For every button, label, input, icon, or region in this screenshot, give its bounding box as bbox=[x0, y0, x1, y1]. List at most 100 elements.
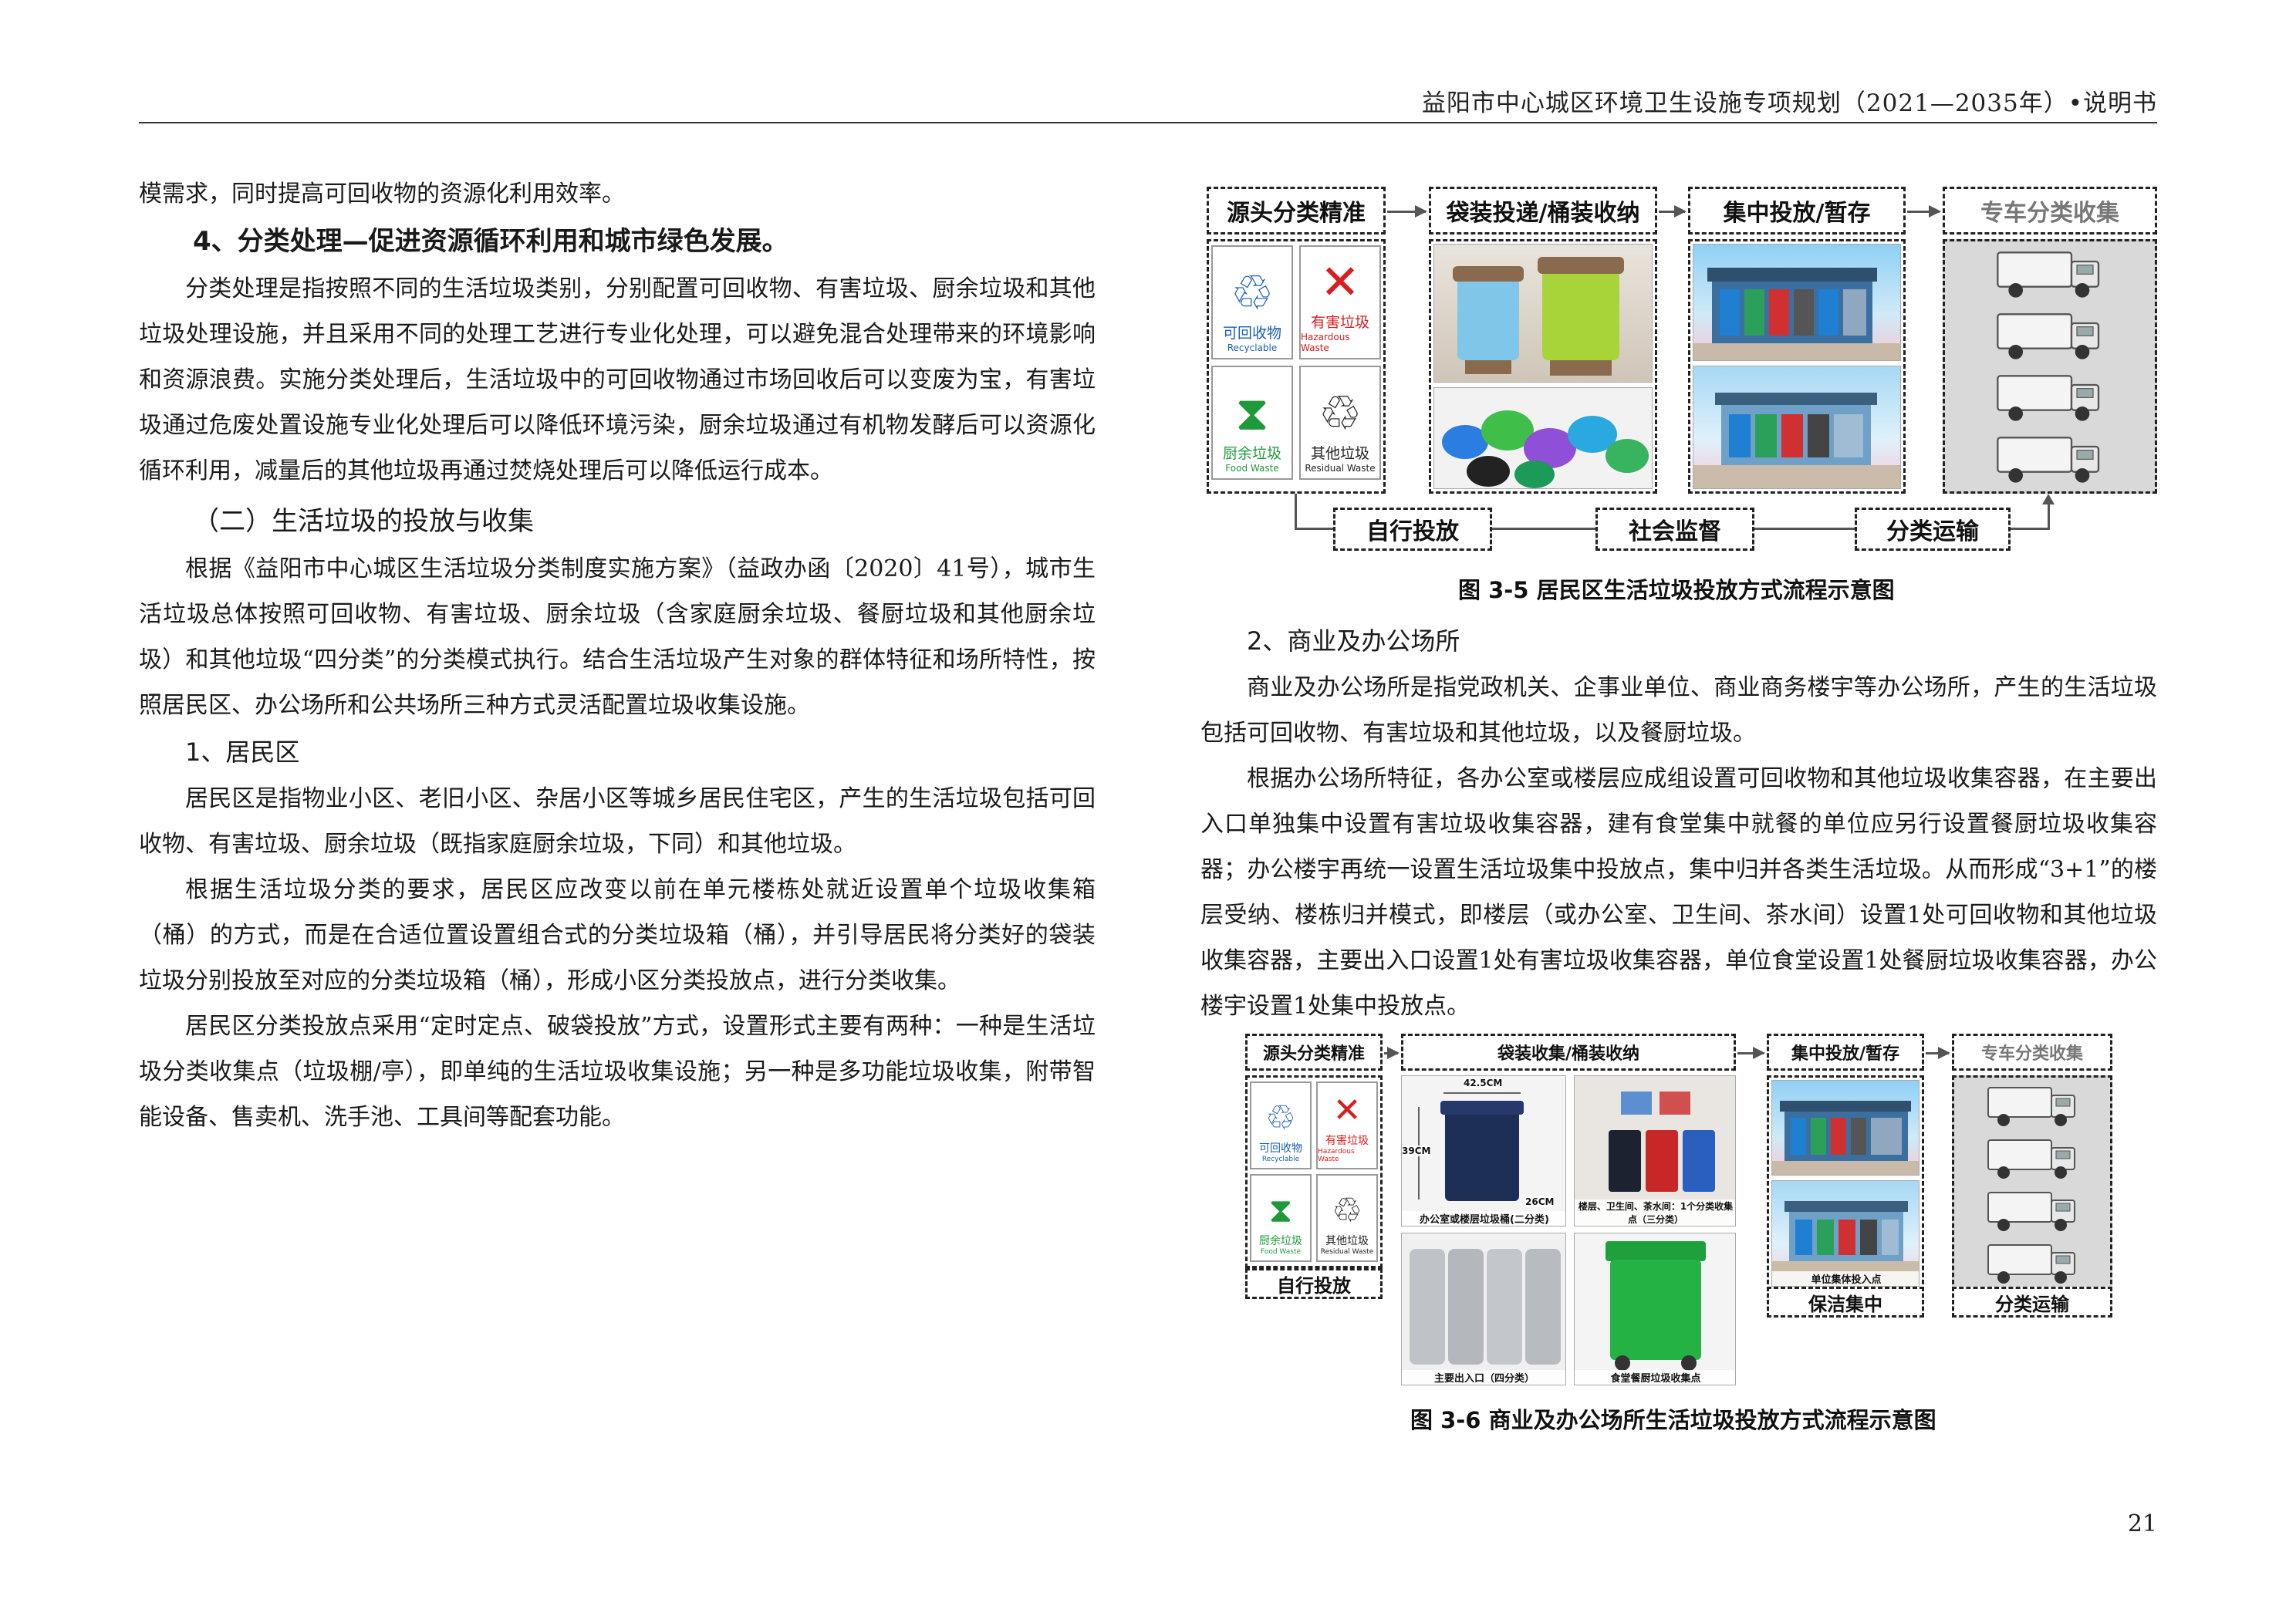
flow-classified-transport: 分类运输 bbox=[1855, 508, 2011, 551]
category-tile: ⧗ 厨余垃圾 Food Waste bbox=[1211, 366, 1293, 480]
category-name-en: Hazardous Waste bbox=[1301, 332, 1350, 353]
header-rule bbox=[139, 122, 2157, 123]
garbage-truck-icon bbox=[1975, 1134, 2091, 1183]
category-name: 厨余垃圾 bbox=[1222, 445, 1281, 462]
photo-caption: 食堂餐厨垃圾收集点 bbox=[1575, 1370, 1735, 1385]
category-name-en: Recyclable bbox=[1227, 342, 1278, 353]
arrow-icon bbox=[1737, 1047, 1765, 1059]
subsection-heading: 1、居民区 bbox=[185, 737, 300, 767]
category-symbol-icon: ♲ bbox=[1319, 385, 1362, 441]
paragraph: 根据生活垃圾分类的要求，居民区应改变以前在单元楼栋处就近设置单个垃圾收集箱（桶）… bbox=[139, 876, 1096, 994]
category-name-en: Residual Waste bbox=[1320, 1248, 1374, 1256]
paragraph: 商业及办公场所是指党政机关、企事业单位、商业商务楼宇等办公场所，产生的生活垃圾包… bbox=[1200, 674, 2157, 747]
arrow-icon bbox=[1659, 205, 1687, 218]
arrow-icon bbox=[1387, 205, 1427, 218]
category-name: 有害垃圾 bbox=[1325, 1135, 1369, 1147]
photo-caption: 办公室或楼层垃圾桶(二分类) bbox=[1402, 1211, 1565, 1226]
flow-self-dropoff: 自行投放 bbox=[1245, 1268, 1383, 1299]
garbage-truck-icon bbox=[1975, 1081, 2091, 1131]
dimension-label: 26CM bbox=[1525, 1196, 1555, 1207]
collection-kiosk-photo bbox=[1693, 244, 1901, 361]
category-name: 有害垃圾 bbox=[1310, 314, 1369, 331]
figure-caption: 图 3-5 居民区生活垃圾投放方式流程示意图 bbox=[1458, 577, 1895, 603]
garbage-truck-icon bbox=[1975, 1239, 2091, 1288]
flow-self-dropoff: 自行投放 bbox=[1333, 508, 1492, 551]
figure-caption: 图 3-6 商业及办公场所生活垃圾投放方式流程示意图 bbox=[1410, 1407, 1936, 1433]
category-tile: ⧗ 厨余垃圾 Food Waste bbox=[1250, 1174, 1312, 1262]
category-name-en: Recyclable bbox=[1261, 1156, 1300, 1163]
category-name-en: Food Waste bbox=[1225, 463, 1279, 474]
category-symbol-icon: ♲ bbox=[1332, 1191, 1362, 1230]
paragraph: 分类处理是指按照不同的生活垃圾类别，分别配置可回收物、有害垃圾、厨余垃圾和其他垃… bbox=[139, 275, 1096, 484]
floor-bins-photo: 楼层、卫生间、茶水间：1个分类收集点（三分类） bbox=[1574, 1075, 1736, 1227]
garbage-truck-icon bbox=[1977, 369, 2123, 426]
arrow-icon bbox=[1926, 1047, 1950, 1059]
section-heading: （二）生活垃圾的投放与收集 bbox=[193, 506, 534, 537]
connector-line bbox=[1295, 494, 1297, 528]
category-tile: ✕ 有害垃圾 Hazardous Waste bbox=[1316, 1081, 1378, 1169]
flow-step-bagging: 袋装收集/桶装收纳 bbox=[1401, 1034, 1736, 1071]
connector-line bbox=[2011, 528, 2049, 530]
page-number: 21 bbox=[2127, 1510, 2157, 1537]
category-tile: ♲ 其他垃圾 Residual Waste bbox=[1299, 366, 1381, 480]
arrow-icon bbox=[1384, 1047, 1400, 1059]
garbage-truck-icon bbox=[1977, 245, 2123, 302]
collection-pavilion-photo bbox=[1693, 366, 1901, 489]
category-name: 可回收物 bbox=[1259, 1142, 1302, 1155]
connector-line bbox=[1492, 528, 1595, 530]
garbage-bags-photo bbox=[1433, 387, 1653, 489]
paragraph: 模需求，同时提高可回收物的资源化利用效率。 bbox=[139, 181, 625, 208]
running-header: 益阳市中心城区环境卫生设施专项规划（2021—2035年）•说明书 bbox=[1421, 89, 2157, 117]
category-tile: ♲ 其他垃圾 Residual Waste bbox=[1316, 1174, 1378, 1262]
category-tile: ✕ 有害垃圾 Hazardous Waste bbox=[1299, 245, 1381, 359]
flow-classified-transport: 分类运输 bbox=[1952, 1287, 2112, 1318]
category-symbol-icon: ♲ bbox=[1265, 1098, 1296, 1138]
category-name-en: Residual Waste bbox=[1305, 463, 1376, 474]
category-symbol-icon: ♲ bbox=[1231, 265, 1274, 321]
garbage-truck-icon bbox=[1977, 430, 2123, 488]
flow-step-bagging: 袋装投递/桶装收纳 bbox=[1429, 187, 1657, 235]
paragraph: 根据《益阳市中心城区生活垃圾分类制度实施方案》（益政办函〔2020〕41号），城… bbox=[139, 555, 1096, 719]
category-name: 其他垃圾 bbox=[1310, 445, 1369, 462]
collection-pavilion-photo: 单位集体投入点 bbox=[1771, 1180, 1920, 1287]
category-name-en: Food Waste bbox=[1260, 1248, 1302, 1256]
office-bin-photo: 42.5CM 39CM 26CM 办公室或楼层垃圾桶(二分类) bbox=[1401, 1075, 1566, 1227]
category-tile: ♲ 可回收物 Recyclable bbox=[1250, 1081, 1312, 1169]
paragraph: 居民区是指物业小区、老旧小区、杂居小区等城乡居民住宅区，产生的生活垃圾包括可回收… bbox=[139, 785, 1096, 858]
kitchen-bins-photo bbox=[1433, 244, 1653, 383]
connector-line bbox=[1295, 528, 1333, 530]
category-name-en: Hazardous Waste bbox=[1318, 1148, 1355, 1163]
collection-kiosk-photo bbox=[1771, 1080, 1920, 1176]
dimension-label: 42.5CM bbox=[1464, 1078, 1503, 1088]
category-tile: ♲ 可回收物 Recyclable bbox=[1211, 245, 1293, 359]
photo-caption: 楼层、卫生间、茶水间：1个分类收集点（三分类） bbox=[1575, 1200, 1735, 1226]
left-column: 模需求，同时提高可回收物的资源化利用效率。 4、分类处理—促进资源循环利用和城市… bbox=[139, 171, 1096, 1140]
photo-caption: 主要出入口（四分类） bbox=[1402, 1370, 1565, 1385]
flow-step-source-sorting: 源头分类精准 bbox=[1207, 187, 1386, 235]
flow-step-centralized: 集中投放/暂存 bbox=[1767, 1034, 1924, 1071]
category-symbol-icon: ✕ bbox=[1320, 254, 1360, 310]
category-symbol-icon: ⧗ bbox=[1235, 385, 1269, 441]
category-name: 其他垃圾 bbox=[1325, 1235, 1369, 1247]
right-column: 2、商业及办公场所 商业及办公场所是指党政机关、企事业单位、商业商务楼宇等办公场… bbox=[1200, 617, 2157, 1029]
category-symbol-icon: ⧗ bbox=[1268, 1191, 1293, 1230]
paragraph: 居民区分类投放点采用“定时定点、破袋投放”方式，设置形式主要有两种：一种是生活垃… bbox=[139, 1013, 1096, 1131]
connector-line bbox=[1754, 528, 1855, 530]
dimension-label: 39CM bbox=[1402, 1146, 1431, 1156]
canteen-bin-photo: 食堂餐厨垃圾收集点 bbox=[1574, 1233, 1736, 1385]
garbage-truck-icon bbox=[1977, 307, 2123, 364]
flow-step-source-sorting: 源头分类精准 bbox=[1245, 1034, 1383, 1071]
garbage-truck-icon bbox=[1975, 1186, 2091, 1236]
arrow-icon bbox=[1907, 205, 1941, 218]
entrance-bins-photo: 主要出入口（四分类） bbox=[1401, 1233, 1566, 1385]
flow-step-truck-collection: 专车分类收集 bbox=[1943, 187, 2157, 235]
flow-cleaning-collect: 保洁集中 bbox=[1767, 1287, 1924, 1318]
category-name: 可回收物 bbox=[1222, 325, 1281, 342]
category-name: 厨余垃圾 bbox=[1259, 1235, 1302, 1247]
photo-caption: 单位集体投入点 bbox=[1772, 1271, 1919, 1286]
flow-step-truck-collection: 专车分类收集 bbox=[1952, 1034, 2112, 1071]
category-symbol-icon: ✕ bbox=[1332, 1091, 1362, 1130]
flow-step-centralized: 集中投放/暂存 bbox=[1688, 187, 1906, 235]
section-heading: 4、分类处理—促进资源循环利用和城市绿色发展。 bbox=[193, 226, 788, 257]
flow-social-supervision: 社会监督 bbox=[1595, 508, 1754, 551]
